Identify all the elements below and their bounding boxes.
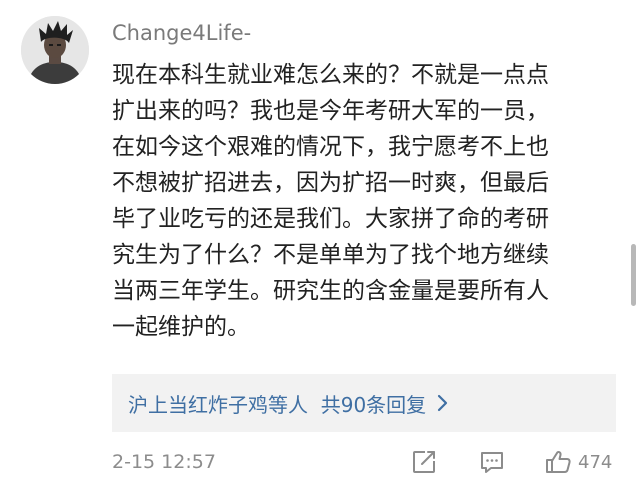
like-count: 474 xyxy=(578,451,613,473)
view-replies-label: 沪上当红炸子鸡等人 共90条回复 xyxy=(128,392,427,417)
comment-author-name[interactable]: Change4Life- xyxy=(112,20,251,46)
comment-timestamp: 2-15 12:57 xyxy=(112,451,216,473)
scrollbar-thumb[interactable] xyxy=(631,244,636,306)
comment-text-line: 扩出来的吗？我也是今年考研大军的一员， xyxy=(112,98,549,124)
comment-text: 现在本科生就业难怎么来的？不就是一点点 扩出来的吗？我也是今年考研大军的一员， … xyxy=(112,57,628,345)
comment-text-line: 在如今这个艰难的情况下，我宁愿考不上也 xyxy=(112,134,549,160)
thumbs-up-icon xyxy=(544,448,574,476)
comment-text-line: 不想被扩招进去，因为扩招一时爽，但最后 xyxy=(112,170,549,196)
chevron-right-icon xyxy=(436,393,450,413)
comment-text-line: 究生为了什么？不是单单为了找个地方继续 xyxy=(112,242,549,268)
share-icon xyxy=(410,448,438,476)
avatar-image xyxy=(21,16,89,84)
avatar[interactable] xyxy=(21,16,89,84)
like-button[interactable]: 474 xyxy=(544,448,612,476)
comment-icon xyxy=(478,448,506,476)
comment-text-line: 一起维护的。 xyxy=(112,314,250,340)
comment-text-line: 当两三年学生。研究生的含金量是要所有人 xyxy=(112,278,549,304)
view-replies-link[interactable]: 沪上当红炸子鸡等人 共90条回复 xyxy=(112,374,616,432)
comment-text-line: 毕了业吃亏的还是我们。大家拼了命的考研 xyxy=(112,206,549,232)
comment-text-line: 现在本科生就业难怎么来的？不就是一点点 xyxy=(112,62,549,88)
share-button[interactable] xyxy=(410,448,438,476)
reply-button[interactable] xyxy=(478,448,506,476)
